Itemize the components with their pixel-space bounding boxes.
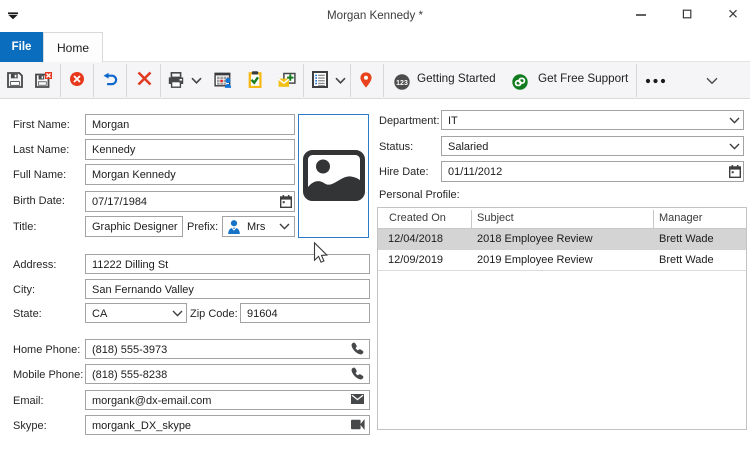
- svg-text:123: 123: [396, 80, 408, 87]
